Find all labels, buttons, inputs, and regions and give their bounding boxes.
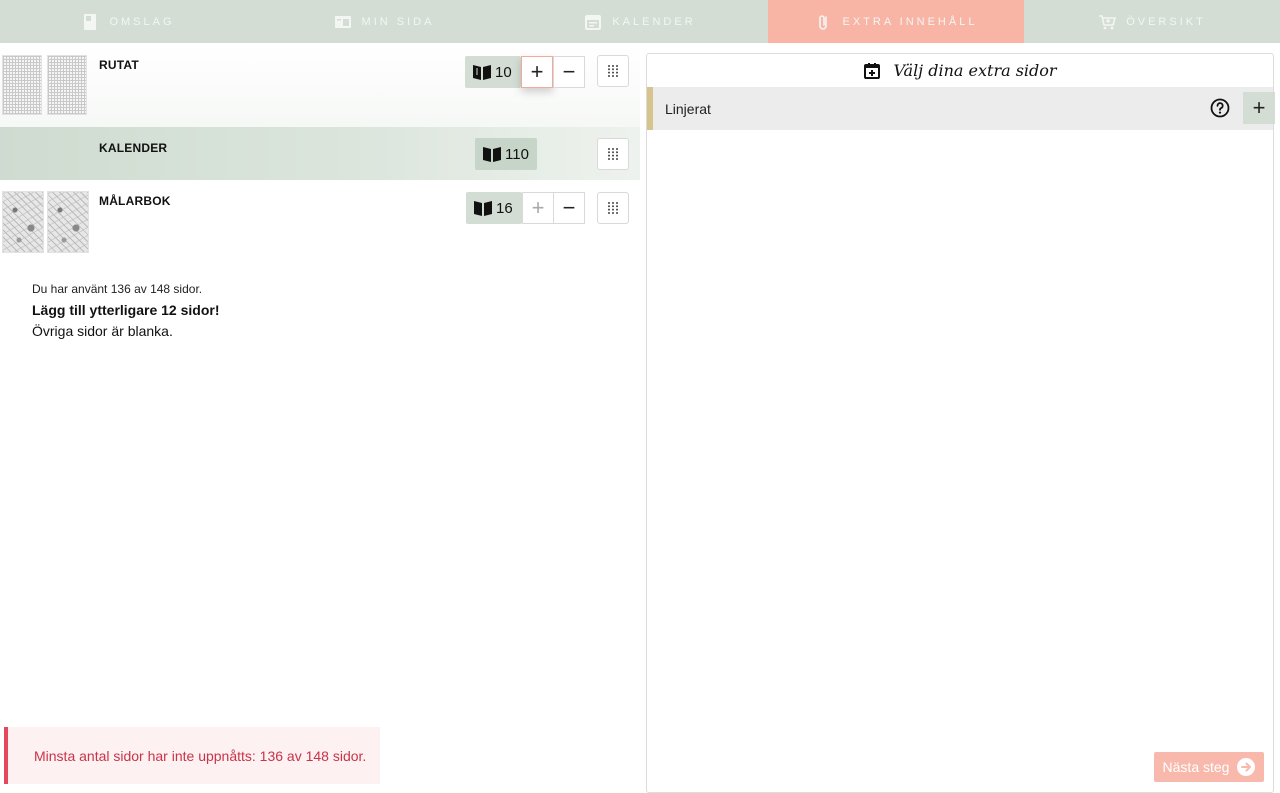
warning-text: Minsta antal sidor har inte uppnåtts: 13… (34, 747, 367, 764)
page-count-value: 110 (505, 145, 529, 163)
coloring-thumbnail (2, 191, 44, 253)
book-icon (474, 201, 492, 216)
cover-icon (81, 13, 99, 31)
cart-icon (1098, 13, 1117, 31)
section-row-rutat: RUTAT 10 + − (0, 43, 640, 127)
section-title: RUTAT (99, 58, 139, 72)
next-step-label: Nästa steg (1162, 759, 1230, 775)
drag-dots-icon (608, 65, 618, 77)
tab-label: EXTRA INNEHÅLL (842, 15, 978, 28)
drag-handle[interactable] (597, 192, 629, 224)
drag-handle[interactable] (597, 55, 629, 87)
panel-header: Välj dina extra sidor (647, 61, 1273, 80)
tab-extra-innehall[interactable]: EXTRA INNEHÅLL (768, 0, 1024, 43)
extra-pages-panel: Välj dina extra sidor Linjerat + (646, 53, 1275, 793)
help-icon[interactable] (1209, 97, 1231, 119)
book-icon (483, 147, 501, 162)
extra-item-linjerat: Linjerat + (647, 87, 1275, 130)
decrease-pages-button[interactable]: − (553, 56, 585, 88)
book-icon (473, 65, 491, 80)
drag-dots-icon (608, 202, 618, 214)
blank-pages-text: Övriga sidor är blanka. (32, 323, 173, 339)
page-count-value: 16 (496, 199, 513, 217)
decrease-pages-button[interactable]: − (553, 192, 585, 224)
add-extra-button[interactable]: + (1243, 92, 1275, 124)
tab-label: KALENDER (612, 15, 696, 28)
tab-label: MIN SIDA (361, 15, 435, 28)
page-count-value: 10 (495, 63, 512, 81)
page-icon (334, 13, 352, 31)
tab-label: OMSLAG (109, 15, 175, 28)
tab-oversikt[interactable]: ÖVERSIKT (1024, 0, 1280, 43)
next-step-button[interactable]: Nästa steg (1154, 752, 1264, 782)
tab-label: ÖVERSIKT (1126, 15, 1206, 28)
increase-pages-button[interactable]: + (521, 56, 553, 88)
section-title: KALENDER (99, 141, 168, 155)
pages-used-text: Du har använt 136 av 148 sidor. (32, 282, 203, 296)
add-more-text: Lägg till ytterligare 12 sidor! (32, 302, 220, 318)
grid-thumbnail (2, 55, 42, 115)
drag-dots-icon (608, 148, 618, 160)
extra-item-label: Linjerat (665, 100, 711, 117)
drag-handle[interactable] (597, 138, 629, 170)
tab-kalender[interactable]: KALENDER (512, 0, 768, 43)
tab-min-sida[interactable]: MIN SIDA (256, 0, 512, 43)
paperclip-icon (815, 13, 833, 31)
step-navigation: OMSLAG MIN SIDA KALENDER EXTRA INNEHÅLL … (0, 0, 1280, 43)
calendar-add-icon (864, 62, 881, 79)
page-usage-info: Du har använt 136 av 148 sidor. Lägg til… (32, 282, 220, 339)
selected-sections: RUTAT 10 + − KALENDER 110 MÅLARBOK 16 + … (0, 43, 640, 788)
panel-title: Välj dina extra sidor (893, 61, 1057, 80)
arrow-right-icon (1237, 758, 1256, 776)
grid-thumbnail (47, 55, 87, 115)
section-title: MÅLARBOK (99, 194, 171, 208)
tab-omslag[interactable]: OMSLAG (0, 0, 256, 43)
coloring-thumbnail (47, 191, 89, 253)
minimum-pages-warning: Minsta antal sidor har inte uppnåtts: 13… (4, 727, 380, 784)
page-count: 110 (475, 138, 537, 170)
section-row-kalender: KALENDER 110 (0, 127, 640, 180)
increase-pages-button[interactable]: + (522, 192, 554, 224)
page-count: 10 (465, 56, 521, 88)
section-row-malarbok: MÅLARBOK 16 + − (0, 180, 640, 254)
calendar-icon (584, 13, 602, 31)
page-count: 16 (466, 192, 522, 224)
